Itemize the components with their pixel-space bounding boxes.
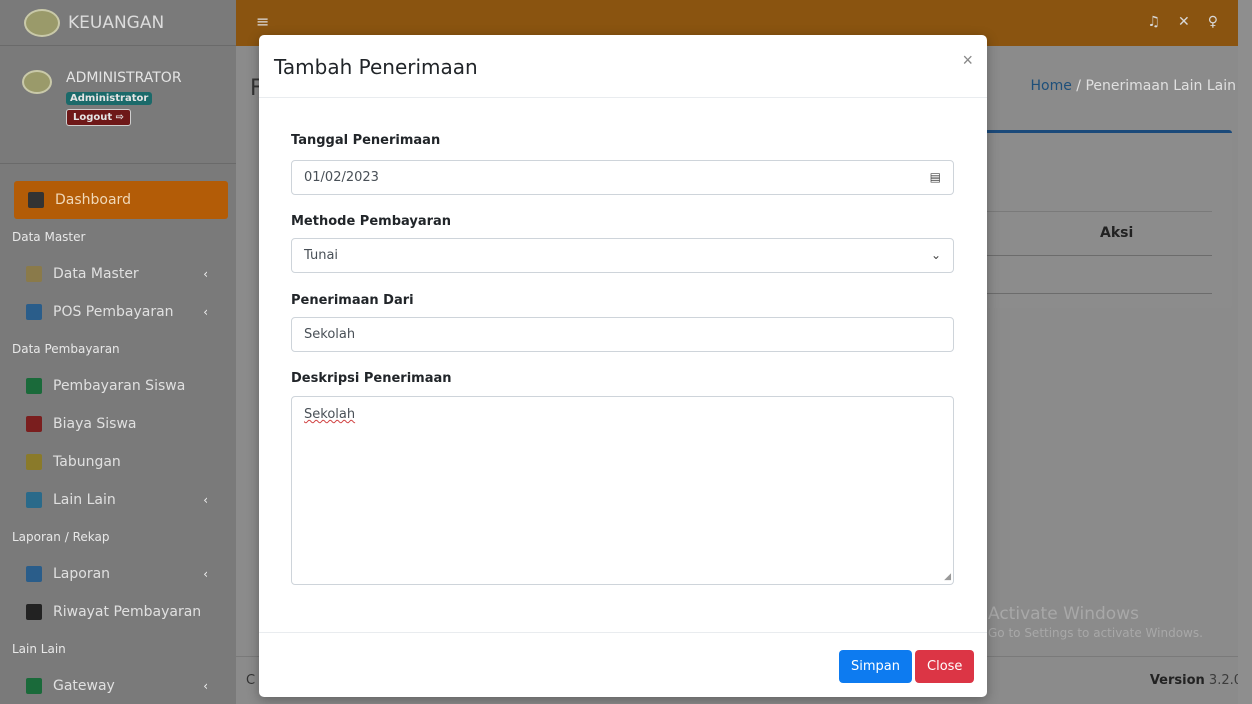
metode-label: Methode Pembayaran xyxy=(291,214,452,229)
simpan-button[interactable]: Simpan xyxy=(839,650,912,683)
modal-header: Tambah Penerimaan × xyxy=(259,35,987,98)
tanggal-input[interactable]: 01/02/2023 ▤ xyxy=(291,160,954,195)
user-avatar-icon xyxy=(22,70,52,94)
deskripsi-textarea[interactable]: Sekolah ◢ xyxy=(291,396,954,585)
deskripsi-label: Deskripsi Penerimaan xyxy=(291,371,452,386)
watermark-subtitle: Go to Settings to activate Windows. xyxy=(988,626,1203,640)
user-role-badge: Administrator xyxy=(66,92,153,105)
user-name: ADMINISTRATOR xyxy=(66,70,182,86)
chevron-left-icon: ‹ xyxy=(203,305,208,319)
sidebar-item-label: Data Master xyxy=(53,266,139,282)
brand-logo-icon xyxy=(24,8,60,37)
navbar-icons: ♫✕♀ xyxy=(1147,14,1236,30)
file-invoice-icon xyxy=(26,416,42,432)
table-card: Aksi xyxy=(982,130,1232,308)
table-divider xyxy=(982,211,1212,212)
brand[interactable]: KEUANGAN xyxy=(0,0,236,46)
sidebar-header: Laporan / Rekap xyxy=(12,530,110,544)
sidebar-item-gateway[interactable]: Gateway ‹ xyxy=(0,667,236,704)
sidebar-item-biaya-siswa[interactable]: Biaya Siswa xyxy=(0,405,236,443)
chevron-left-icon: ‹ xyxy=(203,493,208,507)
sidebar-item-label: Riwayat Pembayaran xyxy=(53,604,202,620)
calendar-icon[interactable]: ▤ xyxy=(930,170,941,184)
logout-button[interactable]: Logout ⇨ xyxy=(66,109,132,126)
copy-icon xyxy=(26,566,42,582)
modal-title: Tambah Penerimaan xyxy=(274,55,478,79)
clipboard-icon xyxy=(26,604,42,620)
sidebar-item-label: Pembayaran Siswa xyxy=(53,378,186,394)
table-divider xyxy=(982,293,1212,294)
sidebar-item-label: Laporan xyxy=(53,566,111,582)
user-icon[interactable]: ♀ xyxy=(1208,14,1236,30)
bell-icon[interactable]: ♫ xyxy=(1147,14,1178,30)
windows-watermark: Activate Windows Go to Settings to activ… xyxy=(988,604,1203,640)
version-text: Version 3.2.0 xyxy=(1150,673,1242,688)
money-icon xyxy=(26,378,42,394)
book-icon xyxy=(26,454,42,470)
tanggal-label: Tanggal Penerimaan xyxy=(291,133,441,148)
sidebar-item-label: POS Pembayaran xyxy=(53,304,174,320)
sidebar-header: Data Pembayaran xyxy=(12,342,120,356)
logout-label: Logout xyxy=(73,112,113,123)
sidebar-item-tabungan[interactable]: Tabungan xyxy=(0,443,236,481)
menu-toggle-icon[interactable]: ≡ xyxy=(256,12,269,31)
breadcrumb-home[interactable]: Home xyxy=(1030,78,1071,94)
sidebar-item-lain-lain[interactable]: Lain Lain ‹ xyxy=(0,481,236,519)
table-header-aksi: Aksi xyxy=(1100,225,1134,241)
dari-value: Sekolah xyxy=(304,327,356,342)
sidebar-nav: Dashboard Data Master Data Master ‹ POS Pemb… xyxy=(0,181,236,704)
sidebar-item-label: Gateway xyxy=(53,678,115,694)
fullscreen-icon[interactable]: ✕ xyxy=(1178,14,1208,30)
close-button[interactable]: Close xyxy=(915,650,975,683)
filter-icon xyxy=(26,492,42,508)
sidebar-item-laporan[interactable]: Laporan ‹ xyxy=(0,555,236,593)
dari-input[interactable]: Sekolah xyxy=(291,317,954,352)
handshake-icon xyxy=(26,678,42,694)
page-scrollbar[interactable] xyxy=(1238,0,1252,704)
table-divider xyxy=(982,255,1212,256)
metode-select[interactable]: Tunai ⌄ xyxy=(291,238,954,273)
scale-icon xyxy=(26,304,42,320)
sidebar-item-label: Dashboard xyxy=(55,192,131,208)
sidebar-header: Lain Lain xyxy=(12,642,66,656)
sidebar-item-data-master[interactable]: Data Master ‹ xyxy=(0,255,236,293)
metode-value: Tunai xyxy=(304,248,339,263)
tambah-penerimaan-modal: Tambah Penerimaan × Tanggal Penerimaan 0… xyxy=(259,35,987,697)
tanggal-value: 01/02/2023 xyxy=(304,170,379,185)
sidebar-item-pos-pembayaran[interactable]: POS Pembayaran ‹ xyxy=(0,293,236,331)
sidebar-item-label: Tabungan xyxy=(53,454,121,470)
chevron-left-icon: ‹ xyxy=(203,567,208,581)
sidebar-item-label: Biaya Siswa xyxy=(53,416,137,432)
sidebar-header: Data Master xyxy=(12,230,86,244)
version-label: Version xyxy=(1149,673,1205,688)
dari-label: Penerimaan Dari xyxy=(291,293,414,308)
modal-footer: Simpan Close xyxy=(259,632,987,697)
chevron-left-icon: ‹ xyxy=(203,267,208,281)
breadcrumb-separator: / xyxy=(1076,78,1081,94)
breadcrumb-current: Penerimaan Lain Lain xyxy=(1085,78,1236,94)
deskripsi-value: Sekolah xyxy=(304,407,356,422)
sidebar-item-dashboard[interactable]: Dashboard xyxy=(14,181,228,219)
grid-icon xyxy=(28,192,44,208)
resize-grip-icon[interactable]: ◢ xyxy=(944,572,951,582)
sidebar-item-label: Lain Lain xyxy=(53,492,116,508)
watermark-title: Activate Windows xyxy=(988,604,1139,624)
database-icon xyxy=(26,266,42,282)
modal-close-icon[interactable]: × xyxy=(962,50,973,71)
breadcrumb: Home / Penerimaan Lain Lain xyxy=(1030,78,1236,94)
user-panel: ADMINISTRATOR Administrator Logout ⇨ xyxy=(0,46,236,164)
sidebar-item-pembayaran-siswa[interactable]: Pembayaran Siswa xyxy=(0,367,236,405)
chevron-down-icon: ⌄ xyxy=(930,248,941,262)
footer-left: C xyxy=(246,673,256,688)
brand-name: KEUANGAN xyxy=(68,12,165,33)
sidebar: KEUANGAN ADMINISTRATOR Administrator Log… xyxy=(0,0,236,704)
chevron-left-icon: ‹ xyxy=(203,679,208,693)
sidebar-item-riwayat-pembayaran[interactable]: Riwayat Pembayaran xyxy=(0,593,236,631)
